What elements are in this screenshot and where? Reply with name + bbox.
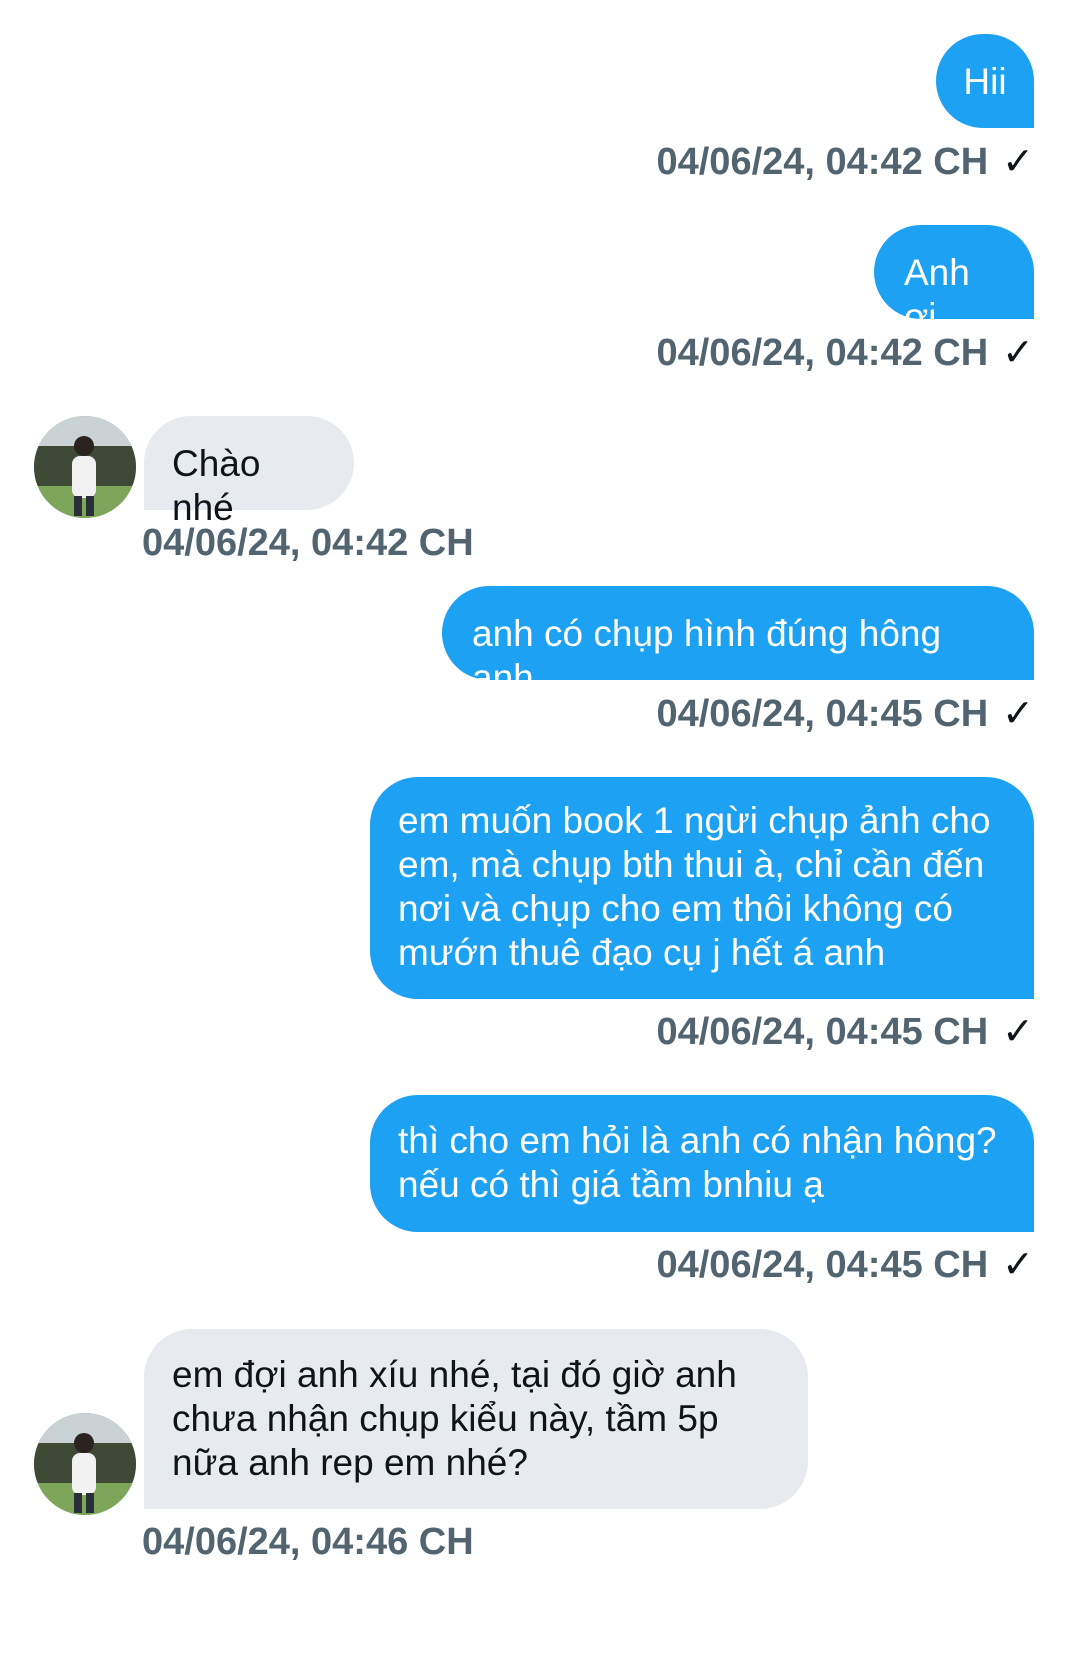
message-bubble-outgoing[interactable]: Anh ơi	[874, 225, 1034, 337]
message-timestamp: 04/06/24, 04:42 CH ✓	[656, 331, 1034, 375]
check-icon: ✓	[1002, 1244, 1034, 1286]
message-timestamp: 04/06/24, 04:45 CH ✓	[656, 692, 1034, 736]
avatar-photo	[34, 416, 136, 518]
avatar-photo	[34, 1413, 136, 1515]
check-icon: ✓	[1002, 332, 1034, 374]
message-bubble-incoming[interactable]: Chào nhé	[144, 416, 354, 528]
timestamp-text: 04/06/24, 04:45 CH	[656, 693, 989, 735]
timestamp-text: 04/06/24, 04:45 CH	[656, 1244, 989, 1286]
check-icon: ✓	[1002, 1011, 1034, 1053]
user-avatar[interactable]	[34, 1413, 136, 1515]
message-bubble-outgoing[interactable]: thì cho em hỏi là anh có nhận hông? nếu …	[370, 1095, 1034, 1232]
timestamp-text: 04/06/24, 04:46 CH	[142, 1521, 474, 1563]
timestamp-text: 04/06/24, 04:42 CH	[142, 522, 474, 564]
timestamp-text: 04/06/24, 04:45 CH	[656, 1011, 989, 1053]
message-timestamp: 04/06/24, 04:45 CH ✓	[656, 1243, 1034, 1287]
timestamp-text: 04/06/24, 04:42 CH	[656, 332, 989, 374]
message-bubble-outgoing[interactable]: anh có chụp hình đúng hông anh	[442, 586, 1034, 698]
message-bubble-incoming[interactable]: em đợi anh xíu nhé, tại đó giờ anh chưa …	[144, 1329, 808, 1509]
message-bubble-outgoing[interactable]: em muốn book 1 ngừi chụp ảnh cho em, mà …	[370, 777, 1034, 999]
chat-thread: Hii 04/06/24, 04:42 CH ✓ Anh ơi 04/06/24,…	[0, 0, 1080, 1662]
check-icon: ✓	[1002, 693, 1034, 735]
message-timestamp: 04/06/24, 04:42 CH	[142, 521, 474, 565]
message-timestamp: 04/06/24, 04:42 CH ✓	[656, 140, 1034, 184]
check-icon: ✓	[1002, 141, 1034, 183]
message-timestamp: 04/06/24, 04:46 CH	[142, 1520, 474, 1564]
message-timestamp: 04/06/24, 04:45 CH ✓	[656, 1010, 1034, 1054]
user-avatar[interactable]	[34, 416, 136, 518]
timestamp-text: 04/06/24, 04:42 CH	[656, 141, 989, 183]
message-bubble-outgoing[interactable]: Hii	[936, 34, 1034, 128]
